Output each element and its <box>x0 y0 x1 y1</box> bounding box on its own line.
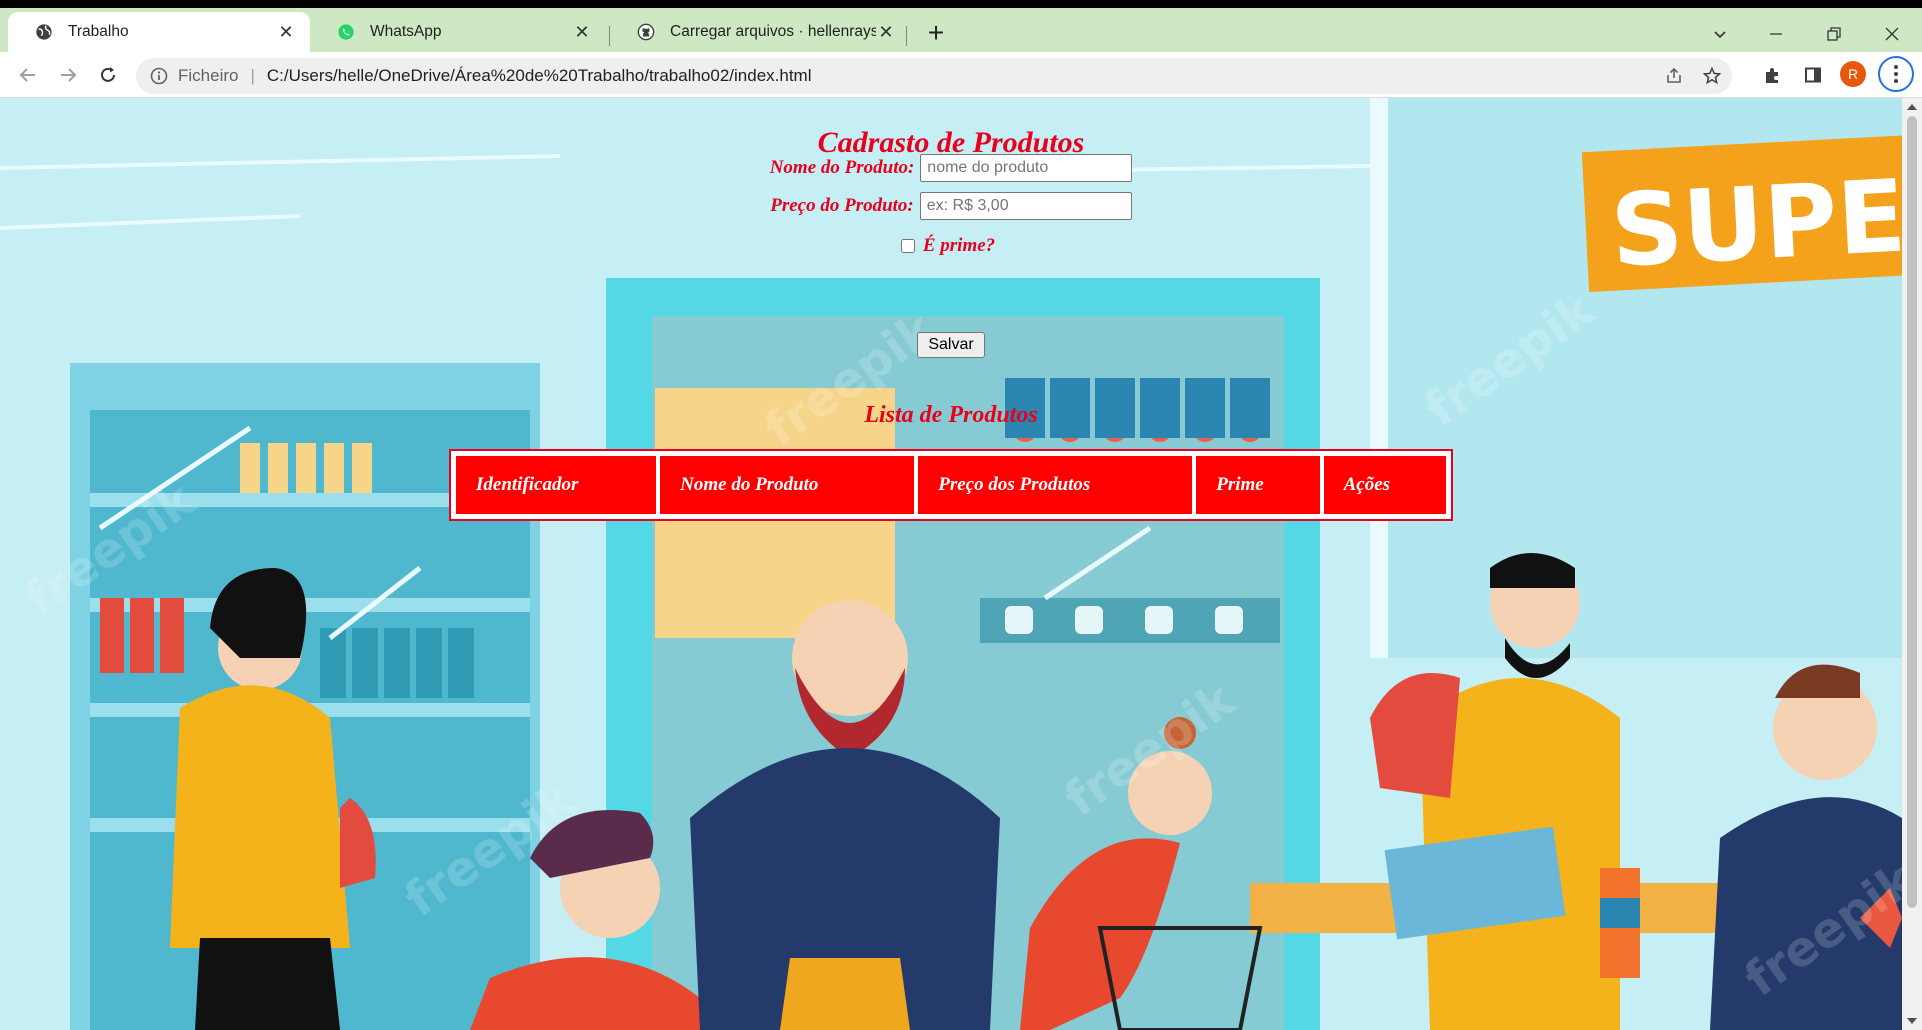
column-header-prime: Prime <box>1195 455 1321 515</box>
close-tab-icon[interactable]: ✕ <box>572 22 592 42</box>
product-price-input[interactable] <box>919 192 1132 220</box>
scroll-down-icon[interactable] <box>1907 1018 1917 1024</box>
tab-title: Carregar arquivos · hellenrayssa7 <box>670 23 876 40</box>
product-price-row: Preço do Produto: <box>0 191 1902 221</box>
url-text[interactable]: C:/Users/helle/OneDrive/Área%20de%20Trab… <box>267 66 812 86</box>
tab-separator <box>906 26 907 46</box>
site-info-icon[interactable] <box>150 67 168 85</box>
table-header-row: Identificador Nome do Produto Preço dos … <box>455 455 1447 515</box>
tab-trabalho[interactable]: Trabalho ✕ <box>8 12 310 52</box>
tab-search-icon[interactable] <box>1704 18 1736 50</box>
forward-icon[interactable] <box>54 61 82 89</box>
column-header-acoes: Ações <box>1322 455 1447 515</box>
close-tab-icon[interactable]: ✕ <box>876 22 896 42</box>
restore-icon[interactable] <box>1818 18 1850 50</box>
save-button-row: Salvar <box>0 330 1902 360</box>
prime-row: É prime? <box>0 231 1902 261</box>
product-name-label: Nome do Produto: <box>769 157 915 178</box>
back-icon[interactable] <box>14 61 42 89</box>
browser-toolbar: Ficheiro | C:/Users/helle/OneDrive/Área%… <box>0 52 1922 98</box>
products-table: Identificador Nome do Produto Preço dos … <box>449 449 1453 521</box>
close-window-icon[interactable] <box>1876 18 1908 50</box>
save-button[interactable]: Salvar <box>917 332 985 358</box>
column-header-preco: Preço dos Produtos <box>917 455 1194 515</box>
share-icon[interactable] <box>1662 64 1686 88</box>
reload-icon[interactable] <box>94 61 122 89</box>
menu-kebab-icon[interactable] <box>1878 56 1914 92</box>
bookmark-star-icon[interactable] <box>1700 64 1724 88</box>
whatsapp-icon <box>336 22 356 42</box>
prime-label: É prime? <box>922 235 996 256</box>
tab-strip: Trabalho ✕ WhatsApp ✕ Carregar arquivos … <box>0 8 1922 52</box>
minimize-icon[interactable] <box>1760 18 1792 50</box>
scrollbar-thumb[interactable] <box>1907 116 1917 908</box>
github-icon <box>636 22 656 42</box>
column-header-nome: Nome do Produto <box>659 455 916 515</box>
address-bar[interactable]: Ficheiro | C:/Users/helle/OneDrive/Área%… <box>136 58 1732 94</box>
column-header-identificador: Identificador <box>455 455 658 515</box>
tab-github[interactable]: Carregar arquivos · hellenrayssa7 ✕ <box>610 12 910 52</box>
address-divider: | <box>250 66 255 85</box>
page-viewport: SUPE freepik freepik freepik freepik fre… <box>0 98 1902 1030</box>
product-price-label: Preço do Produto: <box>770 195 914 216</box>
profile-avatar[interactable]: R <box>1840 61 1866 87</box>
tab-title: Trabalho <box>68 23 129 40</box>
tab-title: WhatsApp <box>370 23 442 40</box>
globe-icon <box>34 22 54 42</box>
scheme-label: Ficheiro <box>178 66 239 85</box>
prime-checkbox[interactable] <box>900 239 915 253</box>
product-name-row: Nome do Produto: <box>0 153 1902 183</box>
scroll-up-icon[interactable] <box>1907 104 1917 110</box>
extensions-icon[interactable] <box>1758 61 1786 89</box>
tab-whatsapp[interactable]: WhatsApp ✕ <box>310 12 606 52</box>
product-name-input[interactable] <box>920 154 1133 182</box>
close-tab-icon[interactable]: ✕ <box>276 22 296 42</box>
side-panel-icon[interactable] <box>1799 61 1827 89</box>
product-list-title: Lista de Produtos <box>864 402 1038 428</box>
page-scrollbar[interactable] <box>1902 98 1922 1030</box>
new-tab-button[interactable]: + <box>922 19 950 48</box>
